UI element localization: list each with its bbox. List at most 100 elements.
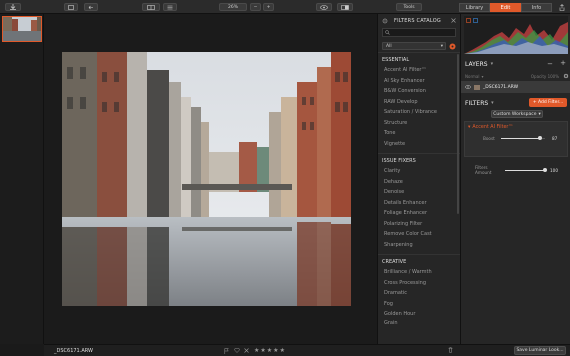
accent-filter-card: ▾ Accent AI Filter™ Boost 87 [464,121,568,157]
layer-row[interactable]: _DSC6171.ARW [461,81,570,93]
menu-button[interactable] [163,3,177,11]
layer-opacity[interactable]: Opacity 100% [531,74,559,79]
accent-filter-header[interactable]: ▾ Accent AI Filter™ [465,122,567,132]
filter-item[interactable]: Vignette [378,139,460,150]
tools-dropdown[interactable]: Tools [396,3,422,11]
view-toggle-button[interactable] [142,3,160,11]
zoom-dropdown[interactable]: 26% [219,3,247,11]
filter-item[interactable]: RAW Develop [378,97,460,108]
top-toolbar: 26% − + Tools Library Edit Info [0,0,570,14]
close-icon[interactable] [451,18,456,23]
section-title: ESSENTIAL [378,52,460,65]
history-button[interactable] [84,3,98,11]
flag-icon[interactable] [224,348,229,354]
tab-library[interactable]: Library [459,3,490,12]
catalog-scrollbar[interactable] [457,54,459,214]
compare-button[interactable] [337,3,353,11]
chevron-down-icon: ▾ [468,124,471,130]
filter-item[interactable]: Brilliance / Warmth [378,267,460,278]
filter-item[interactable]: Cross Processing [378,278,460,289]
import-button[interactable] [5,3,21,11]
chevron-down-icon[interactable]: ▾ [491,61,494,67]
chevron-down-icon: ▾ [481,73,484,79]
share-button[interactable] [556,3,568,11]
zoom-out-button[interactable]: − [250,3,261,11]
canal-photo-image [62,52,351,306]
catalog-header: FILTERS CATALOG [378,14,460,28]
share-icon [559,3,565,11]
blend-mode-dropdown[interactable]: Normal [465,74,479,79]
filter-item[interactable]: Clarity [378,166,460,177]
filter-item[interactable]: Dramatic [378,288,460,299]
image-thumbnail[interactable] [2,16,42,42]
filter-item[interactable]: Sharpening [378,240,460,251]
workspace-dropdown[interactable]: Custom Workspace ▾ [491,110,543,118]
boost-slider-fill [501,137,539,139]
layer-options-row: Normal ▾ Opacity 100% [465,72,569,80]
settings-icon[interactable] [382,18,388,24]
image-viewer[interactable] [44,14,377,344]
filter-item[interactable]: Dehaze [378,177,460,188]
layer-thumbnail [474,84,480,90]
eye-icon [320,4,328,10]
filter-item[interactable]: Polarizing Filter [378,219,460,230]
filmstrip [0,14,44,344]
tab-info[interactable]: Info [521,3,552,12]
filter-item[interactable]: B&W Conversion [378,86,460,97]
preview-button[interactable] [316,3,332,11]
chevron-down-icon: ▾ [440,43,443,49]
chevron-down-icon: ▾ [538,111,541,117]
eye-icon[interactable] [465,85,471,89]
clipping-shadows-icon[interactable] [466,18,471,23]
amount-slider-handle[interactable] [543,168,547,172]
filter-item[interactable]: AI Sky Enhancer [378,76,460,87]
star-rating[interactable]: ★★★★★ [254,347,286,354]
file-name: _DSC6171.ARW [54,348,93,354]
filter-item[interactable]: Grain [378,320,460,326]
catalog-title: FILTERS CATALOG [394,18,441,24]
reject-icon[interactable] [244,348,249,353]
boost-slider-row: Boost 87 [465,132,567,144]
catalog-search[interactable] [382,28,456,37]
heart-icon[interactable] [234,348,240,353]
boost-value[interactable]: 87 [552,136,557,141]
histogram-graph [464,22,568,54]
favorite-icon[interactable] [449,43,456,50]
filter-item[interactable]: Golden Hour [378,309,460,320]
layout-icon [68,4,74,10]
tab-info-label: Info [531,4,542,11]
zoom-in-button[interactable]: + [263,3,274,11]
filter-item[interactable]: Foliage Enhancer [378,208,460,219]
filters-amount-value[interactable]: 100 [550,168,558,173]
save-look-button[interactable]: Save Luminar Look... [514,346,566,355]
filter-item[interactable]: Accent AI Filter™ [378,65,460,76]
amount-slider-fill [505,169,545,171]
filters-amount-slider[interactable] [505,168,547,172]
tab-edit[interactable]: Edit [490,3,521,12]
filter-item[interactable]: Structure [378,118,460,129]
filter-item[interactable]: Tone [378,128,460,139]
category-dropdown[interactable]: All ▾ [382,42,446,50]
filter-item[interactable]: Fog [378,299,460,310]
catalog-search-input[interactable] [390,29,450,36]
presets-button[interactable] [64,3,78,11]
chevron-down-icon[interactable]: ▾ [491,100,494,106]
star-icon[interactable]: ★ [280,347,286,354]
clipping-highlights-icon[interactable] [473,18,478,23]
trash-icon[interactable] [448,347,453,353]
gear-icon[interactable] [563,73,569,79]
filter-item[interactable]: Saturation / Vibrance [378,107,460,118]
compare-icon [341,4,349,10]
add-filter-button[interactable]: + Add Filter... [529,98,567,107]
filter-item[interactable]: Details Enhancer [378,198,460,209]
filter-item[interactable]: Remove Color Cast [378,229,460,240]
add-layer-icon[interactable]: + [560,59,566,67]
main-photo[interactable] [62,52,351,306]
boost-slider[interactable] [501,136,545,140]
filter-item[interactable]: Denoise [378,187,460,198]
boost-slider-handle[interactable] [538,136,542,140]
remove-layer-icon[interactable]: − [547,60,553,68]
accent-filter-title: Accent AI Filter™ [472,124,514,130]
right-panel: LAYERS ▾ − + Normal ▾ Opacity 100% _DSC6… [460,14,570,344]
filters-amount-row: Filters Amount 100 [475,165,558,175]
